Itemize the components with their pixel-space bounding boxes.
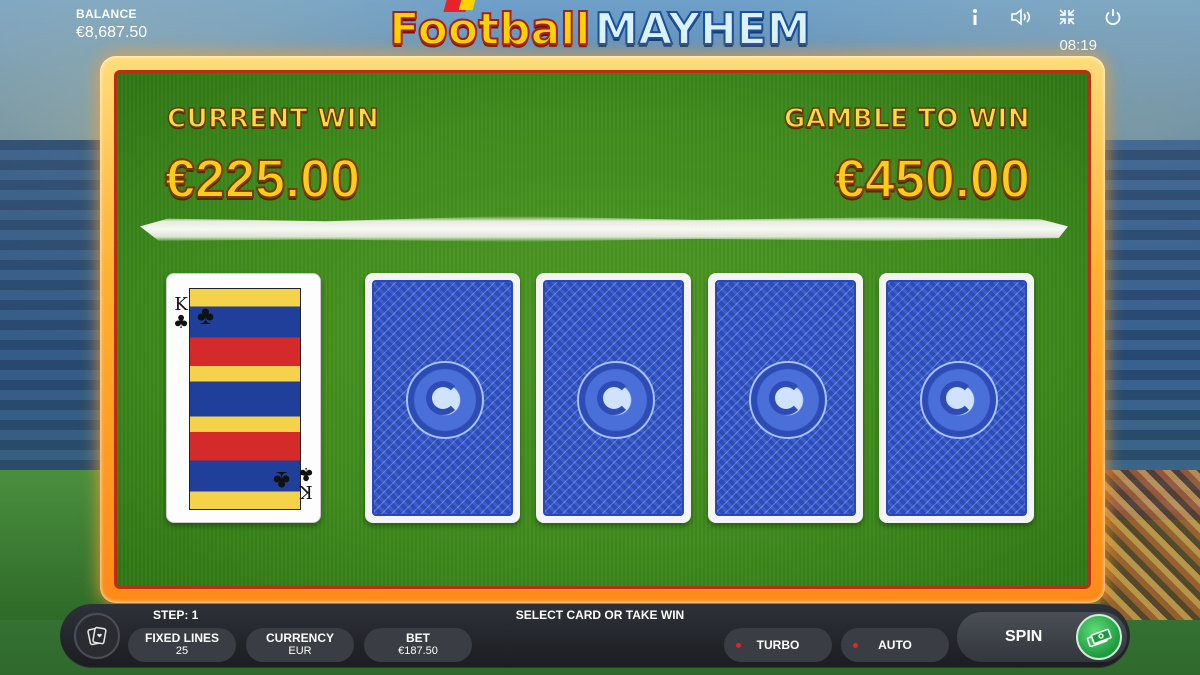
- face-down-card-3[interactable]: [708, 273, 863, 523]
- dealer-card-king-of-clubs: K ♣ ♣ ♣ K ♣: [166, 273, 321, 523]
- currency-value: EUR: [288, 645, 312, 657]
- cards-icon: [87, 626, 107, 646]
- take-win-button[interactable]: [1076, 614, 1122, 660]
- clock: 08:19: [1059, 37, 1097, 54]
- current-win-value: €225.00: [164, 148, 361, 210]
- power-icon[interactable]: [1101, 6, 1125, 28]
- card-back-pattern: [543, 280, 684, 516]
- gamble-to-win-value: €450.00: [834, 148, 1031, 210]
- stadium-stands-right: [1100, 140, 1200, 520]
- spin-label: SPIN: [1005, 628, 1043, 645]
- auto-label: AUTO: [878, 638, 912, 652]
- bet-display[interactable]: BET €187.50: [364, 628, 472, 662]
- gamble-to-win-label: GAMBLE TO WIN: [783, 103, 1030, 135]
- face-down-card-4[interactable]: [879, 273, 1034, 523]
- currency-display: CURRENCY EUR: [246, 628, 354, 662]
- bet-label: BET: [406, 631, 430, 645]
- fixed-lines-label: FIXED LINES: [144, 631, 219, 645]
- club-pip-icon: ♣: [197, 300, 215, 330]
- card-back-pattern: [372, 280, 513, 516]
- card-back-pattern: [886, 280, 1027, 516]
- card-back-emblem-icon: [919, 361, 998, 439]
- fullscreen-icon[interactable]: [1055, 6, 1079, 28]
- card-back-pattern: [715, 280, 856, 516]
- card-back-emblem-icon: [405, 361, 484, 439]
- card-corner-top: K ♣: [173, 296, 189, 332]
- auto-status-dot: [853, 643, 858, 648]
- card-back-emblem-icon: [576, 361, 655, 439]
- pitch-left: [0, 470, 110, 620]
- logo-word-mayhem: MAYHEM: [593, 4, 811, 55]
- turbo-label: TURBO: [756, 638, 800, 652]
- current-win-label: CURRENT WIN: [166, 103, 380, 135]
- turbo-toggle[interactable]: TURBO: [724, 628, 832, 662]
- face-down-card-2[interactable]: [536, 273, 691, 523]
- card-suit-icon: ♣: [297, 463, 314, 484]
- top-icon-bar: [963, 6, 1125, 28]
- balance-value: €8,687.50: [76, 24, 148, 41]
- face-down-card-1[interactable]: [365, 273, 520, 523]
- stadium-stands-left: [0, 140, 110, 470]
- currency-label: CURRENCY: [265, 631, 334, 645]
- fixed-lines-value: 25: [175, 645, 189, 657]
- info-icon[interactable]: [963, 6, 987, 28]
- card-rank: K: [299, 481, 313, 502]
- club-pip-icon: ♣: [272, 466, 290, 496]
- bet-value: €187.50: [398, 645, 438, 657]
- gamble-cards-button[interactable]: [74, 613, 120, 659]
- auto-toggle[interactable]: AUTO: [841, 628, 949, 662]
- card-corner-bottom: K ♣: [297, 463, 314, 502]
- fixed-lines-display: FIXED LINES 25: [128, 628, 236, 662]
- card-suit-icon: ♣: [173, 312, 190, 333]
- sound-icon[interactable]: [1009, 6, 1033, 28]
- card-back-emblem-icon: [748, 361, 827, 439]
- crowd-right: [1100, 470, 1200, 620]
- game-logo: Football MAYHEM: [380, 4, 820, 56]
- balance-label: BALANCE: [76, 7, 137, 21]
- turbo-status-dot: [736, 643, 741, 648]
- cash-stack-icon: [1086, 628, 1112, 647]
- logo-word-football: Football: [388, 4, 591, 55]
